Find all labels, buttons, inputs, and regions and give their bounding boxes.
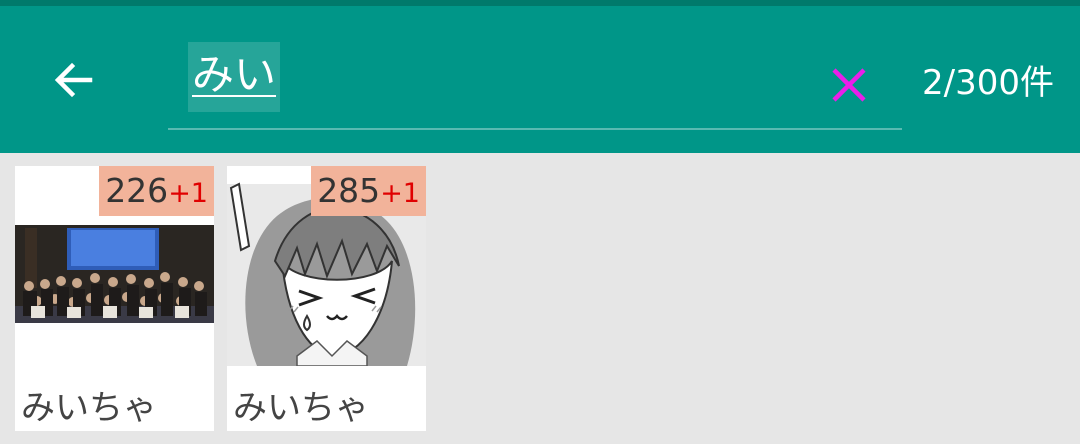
result-card[interactable]: 285 +1 みいちゃ — [227, 166, 426, 431]
score-bonus: +1 — [380, 178, 420, 209]
score-badge: 226 +1 — [99, 166, 214, 216]
arrow-left-icon — [54, 62, 93, 98]
search-input-text[interactable]: みい — [188, 42, 281, 112]
result-count: 2/300件 — [922, 63, 1054, 103]
score-bonus: +1 — [168, 178, 208, 209]
search-field[interactable]: みい — [168, 42, 902, 130]
score-value: 226 — [105, 171, 169, 210]
close-icon — [832, 68, 866, 102]
results-grid: 226 +1 みいちゃ 285 +1 みいちゃ — [0, 153, 1080, 444]
clear-search-button[interactable] — [820, 56, 878, 114]
card-title: みいちゃ — [21, 388, 157, 428]
back-button[interactable] — [44, 50, 104, 110]
result-card[interactable]: 226 +1 みいちゃ — [15, 166, 214, 431]
score-badge: 285 +1 — [311, 166, 426, 216]
search-toolbar: みい 2/300件 — [0, 6, 1080, 153]
card-title: みいちゃ — [233, 388, 369, 428]
score-value: 285 — [317, 171, 381, 210]
